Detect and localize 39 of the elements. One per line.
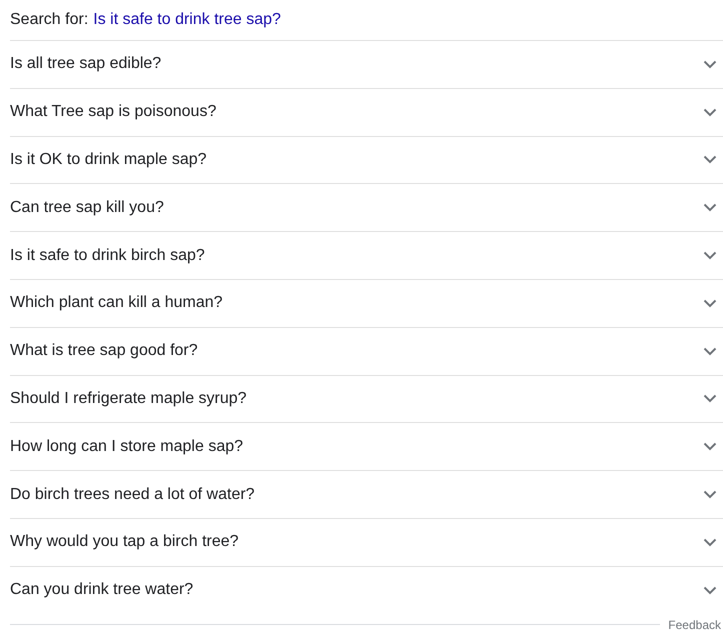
question-row[interactable]: What is tree sap good for? (10, 326, 723, 375)
chevron-down-icon (703, 108, 717, 117)
question-row[interactable]: Can you drink tree water? (10, 566, 723, 614)
question-text: Do birch trees need a lot of water? (10, 484, 255, 505)
question-row[interactable]: Is all tree sap edible? (10, 40, 723, 88)
search-query-link[interactable]: Is it safe to drink tree sap? (93, 8, 281, 32)
chevron-down-icon (703, 203, 717, 212)
question-row[interactable]: Is it safe to drink birch sap? (10, 231, 723, 279)
question-text: Is it safe to drink birch sap? (10, 246, 205, 266)
question-row[interactable]: Do birch trees need a lot of water? (10, 470, 723, 518)
chevron-down-icon (703, 490, 717, 500)
search-label: Search for: (10, 10, 88, 30)
chevron-down-icon (703, 251, 717, 260)
question-row[interactable]: How long can I store maple sap? (10, 422, 723, 470)
chevron-down-icon (703, 538, 717, 547)
question-row[interactable]: Which plant can kill a human? (10, 278, 723, 327)
chevron-down-icon (703, 586, 717, 595)
chevron-down-icon (703, 442, 717, 452)
feedback-link[interactable]: Feedback (668, 616, 723, 634)
chevron-down-icon (703, 298, 717, 308)
question-text: Can you drink tree water? (10, 580, 194, 600)
question-text: Can tree sap kill you? (10, 198, 164, 218)
question-row[interactable]: Should I refrigerate maple syrup? (10, 374, 723, 422)
question-row[interactable]: Can tree sap kill you? (10, 183, 723, 232)
question-text: What Tree sap is poisonous? (10, 102, 216, 122)
question-text: Should I refrigerate maple syrup? (10, 388, 247, 409)
question-text: What is tree sap good for? (10, 341, 198, 362)
question-text: How long can I store maple sap? (10, 436, 244, 457)
chevron-down-icon (703, 346, 717, 356)
question-text: Is it OK to drink maple sap? (10, 150, 207, 170)
question-text: Is all tree sap edible? (10, 54, 162, 74)
question-row[interactable]: What Tree sap is poisonous? (10, 88, 723, 136)
question-row[interactable]: Why would you tap a birch tree? (10, 518, 723, 566)
question-text: Why would you tap a birch tree? (10, 532, 239, 552)
chevron-down-icon (703, 60, 717, 69)
question-row[interactable]: Is it OK to drink maple sap? (10, 136, 723, 184)
question-text: Which plant can kill a human? (10, 293, 223, 314)
chevron-down-icon (703, 155, 717, 164)
chevron-down-icon (703, 394, 717, 404)
